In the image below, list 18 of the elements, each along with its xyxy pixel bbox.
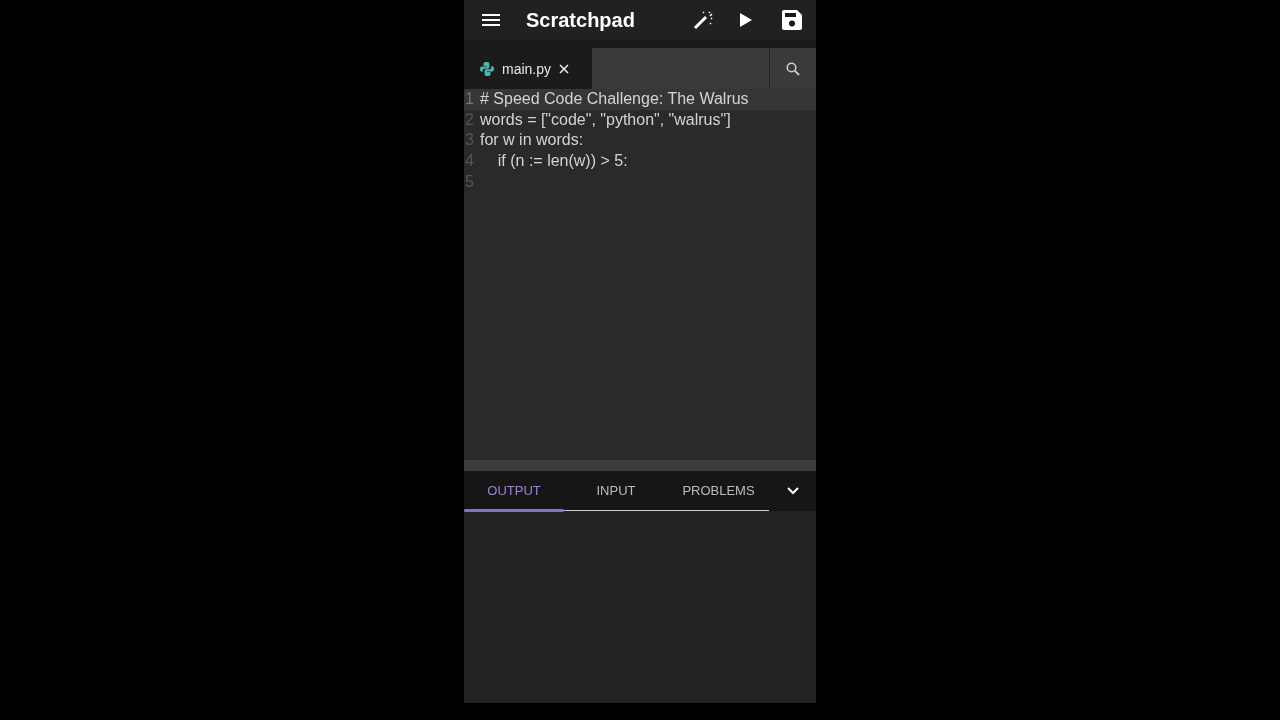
save-icon[interactable] xyxy=(782,10,802,30)
file-tab[interactable]: main.py xyxy=(464,48,592,89)
search-icon xyxy=(786,61,800,76)
close-icon[interactable] xyxy=(559,63,570,74)
line-number: 1 xyxy=(464,90,475,109)
resize-handle[interactable] xyxy=(464,460,816,471)
python-icon xyxy=(480,61,494,76)
panel-tab[interactable]: OUTPUT xyxy=(464,471,564,510)
code-line: # Speed Code Challenge: The Walrus xyxy=(480,90,749,109)
run-icon[interactable] xyxy=(740,13,752,27)
magic-wand-icon[interactable] xyxy=(692,9,714,31)
panel-tab[interactable]: PROBLEMS xyxy=(668,471,769,510)
app-title: Scratchpad xyxy=(526,8,636,32)
code-line: words = ["code", "python", "walrus"] xyxy=(480,110,731,129)
panel-tab[interactable]: INPUT xyxy=(564,471,668,510)
menu-icon[interactable] xyxy=(482,14,500,26)
code-line: if (n := len(w)) > 5: xyxy=(496,152,628,171)
code-line: for w in words: xyxy=(480,131,584,150)
